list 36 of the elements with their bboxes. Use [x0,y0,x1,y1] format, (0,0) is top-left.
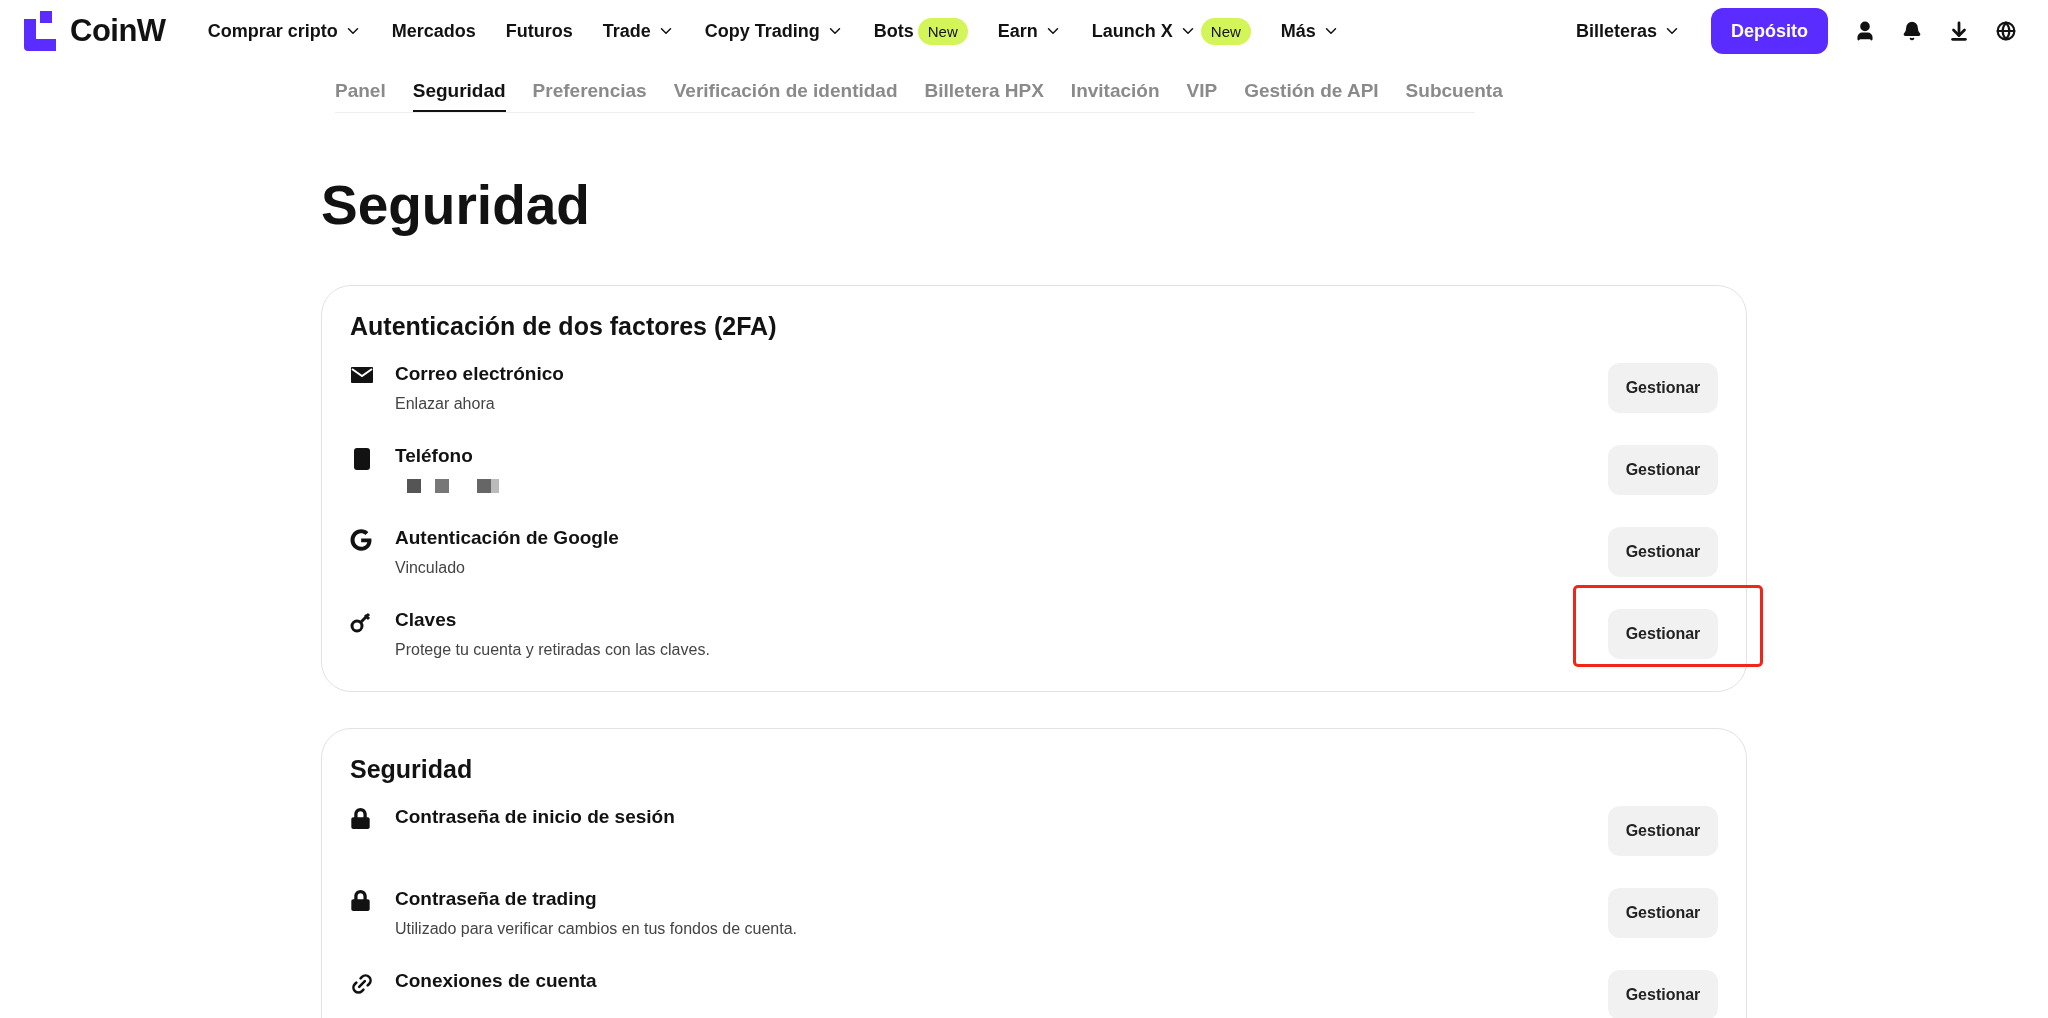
manage-button[interactable]: Gestionar [1608,888,1718,938]
nav-link[interactable]: Earn [997,20,1062,42]
card-title: Autenticación de dos factores (2FA) [350,312,778,341]
logo-text[interactable]: CoinW [70,13,166,49]
page-title: Seguridad [321,173,591,237]
manage-button[interactable]: Gestionar [1608,609,1718,659]
setting-title: Teléfono [395,445,474,467]
nav-link[interactable]: Copy Trading [704,20,844,42]
setting-title: Contraseña de trading [395,888,598,910]
nav-link[interactable]: Trade [602,20,675,42]
nav-link[interactable]: Comprar cripto [207,20,362,42]
setting-description: Protege tu cuenta y retiradas con las claves. [395,641,711,659]
nav-link[interactable]: Mercados [391,20,476,42]
manage-button[interactable]: Gestionar [1608,445,1718,495]
manage-button[interactable]: Gestionar [1608,970,1718,1018]
nav-link[interactable]: Futuros [505,20,573,42]
setting-title: Conexiones de cuenta [395,970,598,992]
manage-button[interactable]: Gestionar [1608,363,1718,413]
nav-link[interactable]: Bots [873,20,914,42]
setting-title: Claves [395,609,458,631]
manage-button[interactable]: Gestionar [1608,527,1718,577]
account-tab[interactable]: Seguridad [412,80,506,112]
nav-link[interactable]: Launch X [1091,20,1197,42]
wallets-menu[interactable]: Billeteras [1575,20,1681,42]
card-title: Seguridad [350,755,474,784]
new-badge: New [917,17,968,45]
deposit-button[interactable]: Depósito [1711,8,1828,54]
setting-title: Correo electrónico [395,363,565,385]
setting-description: Vinculado [395,559,466,577]
nav-link[interactable]: Más [1280,20,1340,42]
setting-description: Enlazar ahora [395,395,496,413]
setting-title: Autenticación de Google [395,527,620,549]
manage-button[interactable]: Gestionar [1608,806,1718,856]
setting-description: Utilizado para verificar cambios en tus fondos de cuenta. [395,920,798,938]
new-badge: New [1200,17,1251,45]
setting-title: Contraseña de inicio de sesión [395,806,676,828]
